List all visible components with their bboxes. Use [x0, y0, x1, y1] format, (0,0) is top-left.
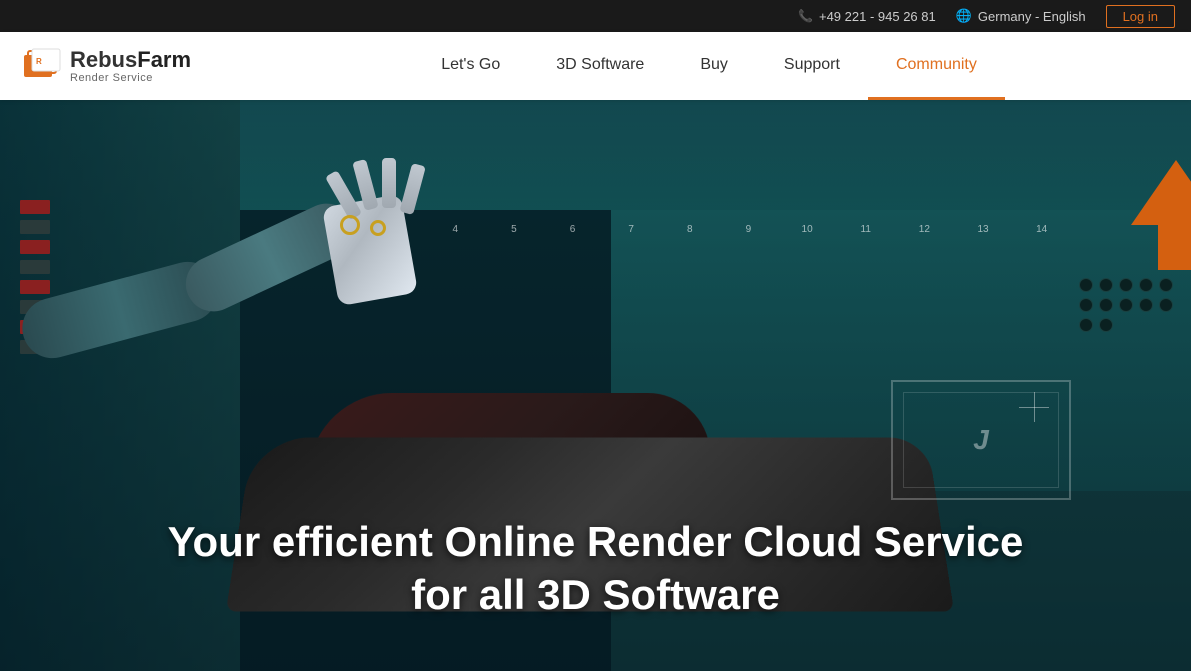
hand-palm — [322, 194, 418, 306]
crosshair-detail — [1019, 392, 1049, 422]
finger-3 — [382, 158, 396, 208]
hero-section: 1 2 3 4 5 6 7 8 9 10 11 12 13 14 — [0, 100, 1191, 671]
logo-name: RebusFarm — [70, 48, 191, 72]
hero-title-line1: Your efficient Online Render Cloud Servi… — [168, 518, 1024, 565]
joint-ring-1 — [340, 215, 360, 235]
circle-6 — [1079, 298, 1093, 312]
logo-rebus: Rebus — [70, 47, 137, 72]
nav-link-support[interactable]: Support — [756, 32, 868, 100]
circle-5 — [1159, 278, 1173, 292]
panel-detail-box: J — [891, 380, 1071, 500]
arm-hand — [310, 170, 440, 350]
phone-info: 📞 +49 221 - 945 26 81 — [798, 9, 936, 24]
region-label: Germany - English — [978, 9, 1086, 24]
logo-text: RebusFarm Render Service — [70, 48, 191, 84]
nav-link-community[interactable]: Community — [868, 32, 1005, 100]
ruler-6: 6 — [543, 224, 602, 235]
ruler-11: 11 — [836, 224, 895, 235]
ruler-12: 12 — [895, 224, 954, 235]
ruler-7: 7 — [602, 224, 661, 235]
scroll-up-arrow[interactable] — [1131, 160, 1191, 270]
hero-title: Your efficient Online Render Cloud Servi… — [20, 516, 1171, 621]
login-button[interactable]: Log in — [1106, 5, 1175, 28]
nav-link-lets-go[interactable]: Let's Go — [413, 32, 528, 100]
logo[interactable]: R RebusFarm Render Service — [24, 47, 191, 85]
joint-ring-2 — [370, 220, 386, 236]
ruler-8: 8 — [660, 224, 719, 235]
circle-8 — [1119, 298, 1133, 312]
circle-3 — [1119, 278, 1133, 292]
nav-link-3d-software[interactable]: 3D Software — [528, 32, 672, 100]
panel-letter: J — [973, 424, 989, 456]
region-selector[interactable]: 🌐 Germany - English — [956, 8, 1086, 24]
finger-4 — [399, 163, 425, 215]
svg-text:R: R — [36, 57, 42, 66]
globe-icon: 🌐 — [956, 8, 972, 24]
nav-link-buy[interactable]: Buy — [672, 32, 756, 100]
circle-2 — [1099, 278, 1113, 292]
robot-arm — [0, 130, 500, 480]
circle-1 — [1079, 278, 1093, 292]
nav-links: Let's Go 3D Software Buy Support Communi… — [251, 32, 1167, 100]
circle-10 — [1159, 298, 1173, 312]
phone-number: +49 221 - 945 26 81 — [819, 9, 936, 24]
ruler-9: 9 — [719, 224, 778, 235]
logo-icon: R — [24, 47, 62, 85]
hero-title-line2: for all 3D Software — [411, 571, 780, 618]
ruler-10: 10 — [778, 224, 837, 235]
logo-subtitle: Render Service — [70, 72, 191, 84]
logo-farm: Farm — [137, 47, 191, 72]
circle-4 — [1139, 278, 1153, 292]
ruler-13: 13 — [954, 224, 1013, 235]
ruler-14: 14 — [1012, 224, 1071, 235]
circle-9 — [1139, 298, 1153, 312]
top-bar: 📞 +49 221 - 945 26 81 🌐 Germany - Englis… — [0, 0, 1191, 32]
phone-icon: 📞 — [798, 9, 813, 23]
main-nav: R RebusFarm Render Service Let's Go 3D S… — [0, 32, 1191, 100]
circle-7 — [1099, 298, 1113, 312]
hero-text: Your efficient Online Render Cloud Servi… — [0, 496, 1191, 641]
